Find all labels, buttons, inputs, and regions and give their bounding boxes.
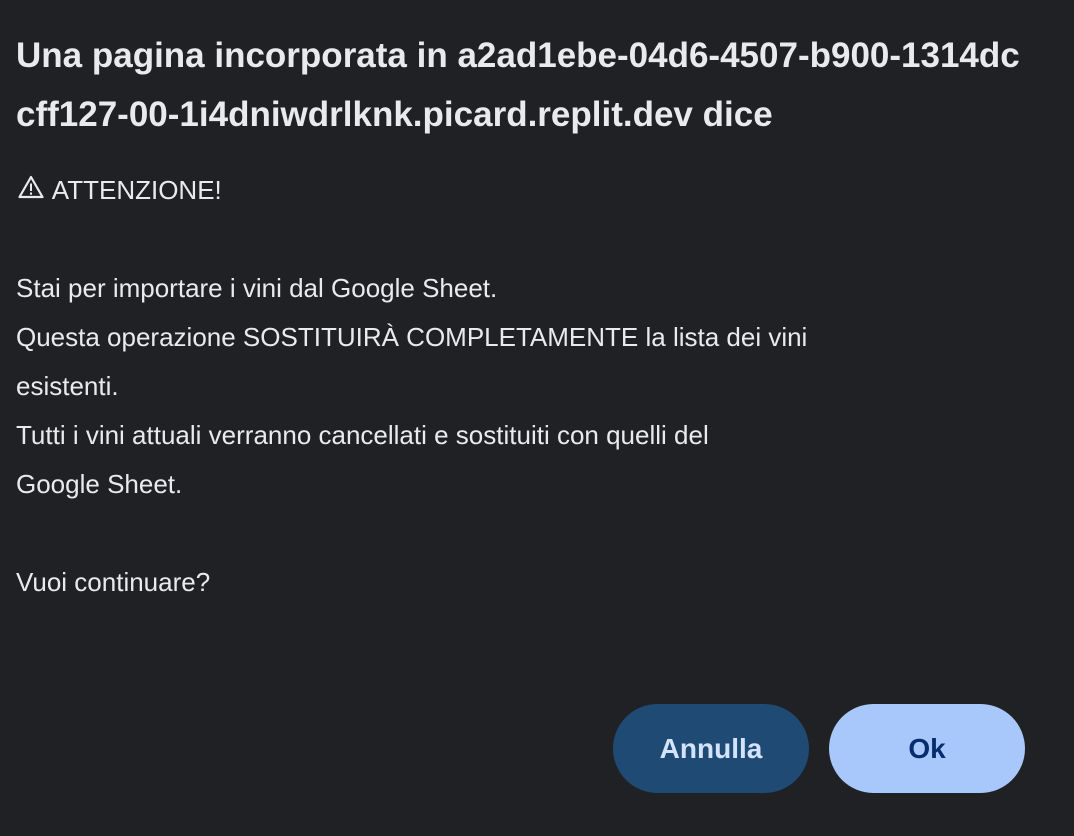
message-line: Tutti i vini attuali verranno cancellati…: [16, 420, 709, 450]
warning-triangle-icon: [16, 172, 46, 202]
dialog-buttons: Annulla Ok: [613, 704, 1025, 793]
alert-dialog: Una pagina incorporata in a2ad1ebe-04d6-…: [0, 0, 1074, 836]
warning-text: ATTENZIONE!: [51, 175, 222, 205]
message-line: [16, 509, 1058, 558]
cancel-button[interactable]: Annulla: [613, 704, 809, 793]
ok-button[interactable]: Ok: [829, 704, 1025, 793]
dialog-message: ATTENZIONE! Stai per importare i vini da…: [16, 166, 1058, 607]
message-line: Questa operazione SOSTITUIRÀ COMPLETAMEN…: [16, 322, 808, 352]
message-line: esistenti.: [16, 371, 119, 401]
dialog-title: Una pagina incorporata in a2ad1ebe-04d6-…: [16, 36, 1020, 134]
warning-line: ATTENZIONE!: [16, 166, 1058, 215]
message-line: Stai per importare i vini dal Google She…: [16, 273, 498, 303]
message-line: Vuoi continuare?: [16, 567, 211, 597]
message-line: Google Sheet.: [16, 469, 183, 499]
message-line: [16, 215, 1058, 264]
